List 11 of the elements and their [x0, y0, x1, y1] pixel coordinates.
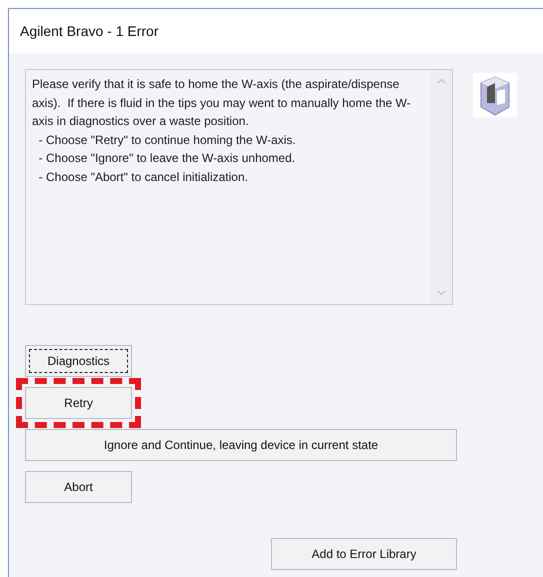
- add-to-library-button[interactable]: Add to Error Library: [271, 538, 457, 570]
- window-title: Agilent Bravo - 1 Error: [20, 23, 158, 39]
- action-button[interactable]: Ignore and Continue, leaving device in current state: [25, 429, 457, 461]
- action-button[interactable]: Retry: [25, 387, 132, 419]
- error-message: Please verify that it is safe to home the W-axis (the aspirate/dispense axis). If there is fluid in the tips you may went to manually home the W-axis in diagnostics over a waste position. - Choose "Retry" to continue homing the W-axis. - Choose "Ignore" to leave the W-axis unhomed. - Choose "Abort" to cancel initialization.: [31, 76, 412, 186]
- scrollbar[interactable]: [431, 70, 452, 304]
- action-button[interactable]: Abort: [25, 471, 132, 503]
- cube-icon: [473, 73, 517, 117]
- scroll-down-icon[interactable]: [437, 290, 446, 296]
- action-button[interactable]: Diagnostics: [25, 345, 132, 377]
- scroll-up-icon[interactable]: [437, 78, 446, 84]
